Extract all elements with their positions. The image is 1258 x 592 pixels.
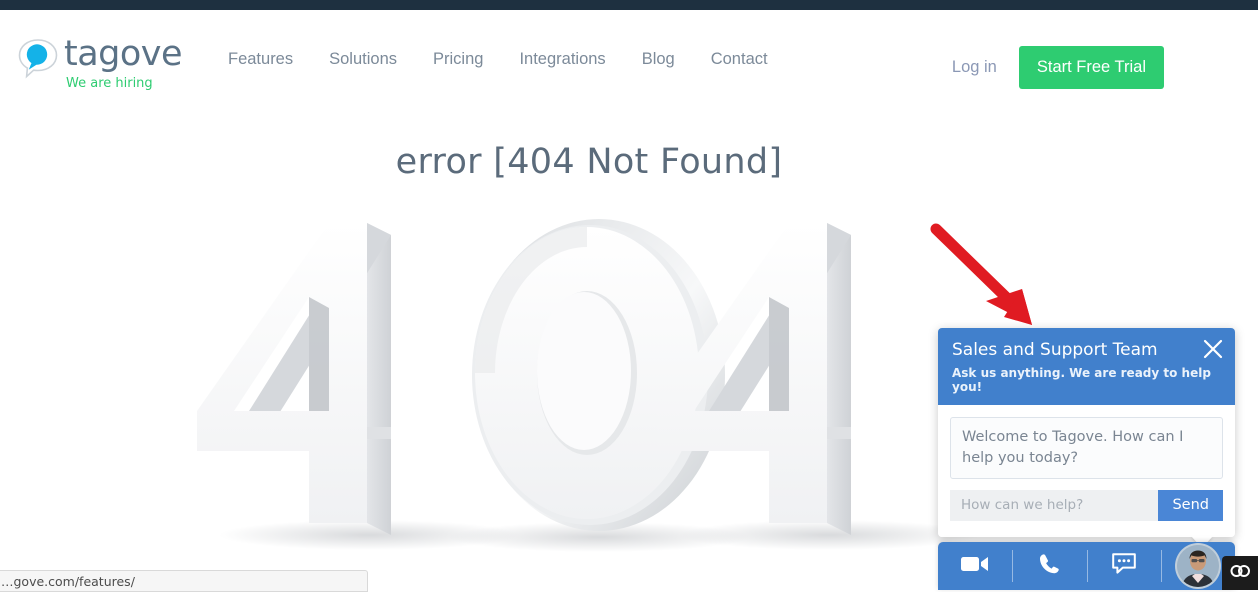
chat-widget-title: Sales and Support Team: [952, 340, 1158, 360]
nav-item-features[interactable]: Features: [228, 50, 293, 69]
nav-item-contact[interactable]: Contact: [711, 50, 768, 69]
nav-item-pricing[interactable]: Pricing: [433, 50, 483, 69]
nav-item-blog[interactable]: Blog: [642, 50, 675, 69]
chat-widget-body: Welcome to Tagove. How can I help you to…: [938, 405, 1235, 537]
video-call-button[interactable]: [938, 542, 1012, 590]
video-camera-icon: [960, 553, 990, 580]
site-logo[interactable]: tagove We are hiring: [14, 32, 214, 96]
speech-bubble-icon: [16, 36, 60, 80]
nav-item-solutions[interactable]: Solutions: [329, 50, 397, 69]
chain-link-icon: [1229, 562, 1251, 585]
header-actions: Log in Start Free Trial: [952, 46, 1164, 89]
chat-send-button[interactable]: Send: [1158, 489, 1223, 521]
chat-bubble-icon: [1111, 552, 1137, 581]
chat-widget: Sales and Support Team Ask us anything. …: [938, 328, 1235, 548]
voice-call-button[interactable]: [1012, 542, 1086, 590]
nav-item-integrations[interactable]: Integrations: [519, 50, 605, 69]
corner-badge[interactable]: [1222, 556, 1258, 590]
browser-status-bar: …gove.com/features/: [0, 570, 368, 592]
site-header: tagove We are hiring Features Solutions …: [0, 10, 1258, 100]
text-chat-button[interactable]: [1086, 542, 1161, 590]
page-title: error [404 Not Found]: [395, 142, 783, 182]
main-navigation: Features Solutions Pricing Integrations …: [228, 50, 768, 69]
start-free-trial-button[interactable]: Start Free Trial: [1018, 46, 1164, 89]
chat-message-input[interactable]: [950, 489, 1159, 521]
chat-welcome-message: Welcome to Tagove. How can I help you to…: [950, 417, 1223, 479]
logo-wordmark: tagove: [64, 34, 183, 74]
chat-action-bar: [938, 542, 1235, 590]
close-icon[interactable]: [1202, 338, 1224, 360]
phone-icon: [1037, 552, 1061, 581]
chat-input-row: Send: [950, 489, 1223, 521]
top-accent-bar: [0, 0, 1258, 10]
status-bar-url: …gove.com/features/: [1, 574, 135, 589]
chat-widget-header: Sales and Support Team Ask us anything. …: [938, 328, 1235, 406]
avatar: [1174, 543, 1221, 589]
login-link[interactable]: Log in: [952, 58, 997, 77]
logo-hiring-tagline: We are hiring: [66, 76, 153, 91]
chat-widget-subtitle: Ask us anything. We are ready to help yo…: [952, 366, 1211, 395]
